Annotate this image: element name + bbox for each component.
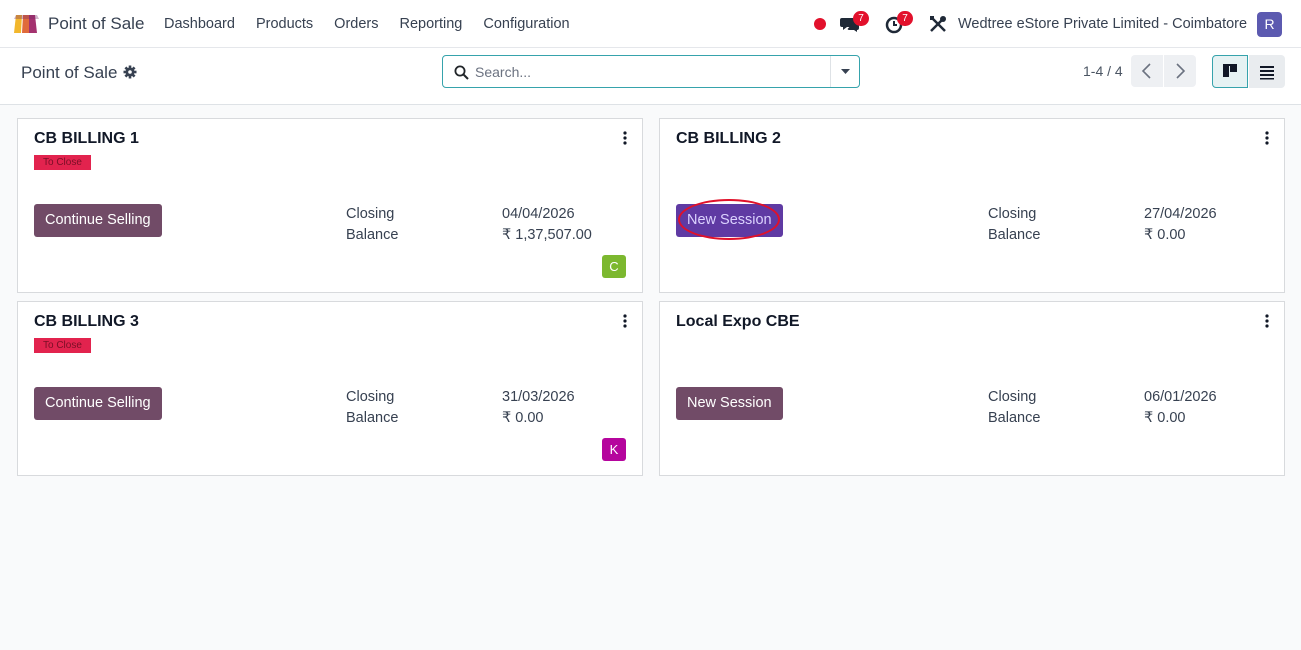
balance-label: Balance — [346, 410, 399, 426]
pos-card-cb-billing-3[interactable]: CB BILLING 3 To Close Continue Selling C… — [17, 301, 643, 476]
user-avatar[interactable]: R — [1257, 12, 1282, 37]
company-switcher[interactable]: Wedtree eStore Private Limited - Coimbat… — [958, 16, 1247, 32]
search-icon — [454, 65, 469, 80]
closing-date: 06/01/2026 — [1144, 389, 1217, 405]
search-input[interactable] — [475, 61, 825, 83]
closing-date: 27/04/2026 — [1144, 206, 1217, 222]
app-name[interactable]: Point of Sale — [48, 14, 144, 34]
closing-label: Closing — [988, 206, 1037, 222]
pos-logo-icon[interactable] — [13, 13, 40, 34]
closing-label: Closing — [346, 389, 395, 405]
chevron-down-icon[interactable] — [831, 56, 860, 87]
tools-icon[interactable] — [928, 14, 948, 34]
pos-card-local-expo-cbe[interactable]: Local Expo CBE New Session Closing 06/01… — [659, 301, 1285, 476]
continue-selling-button[interactable]: Continue Selling — [34, 204, 162, 237]
closing-date: 04/04/2026 — [502, 206, 575, 222]
balance-value: ₹ 0.00 — [1144, 227, 1186, 243]
closing-date: 31/03/2026 — [502, 389, 575, 405]
more-options-icon[interactable] — [1264, 314, 1270, 328]
card-title: CB BILLING 2 — [676, 130, 781, 147]
balance-value: ₹ 0.00 — [1144, 410, 1186, 426]
closing-label: Closing — [988, 389, 1037, 405]
gear-icon[interactable] — [123, 65, 137, 79]
menu-dashboard[interactable]: Dashboard — [164, 16, 235, 32]
highlight-ring — [678, 199, 780, 240]
chevron-left-icon — [1141, 63, 1151, 79]
card-title: CB BILLING 1 — [34, 130, 139, 147]
top-navbar: Point of Sale Dashboard Products Orders … — [0, 0, 1301, 48]
activities-count-badge: 7 — [897, 11, 913, 26]
balance-label: Balance — [988, 227, 1041, 243]
card-title: CB BILLING 3 — [34, 313, 139, 330]
menu-configuration[interactable]: Configuration — [483, 16, 569, 32]
more-options-icon[interactable] — [622, 131, 628, 145]
main-menu: Dashboard Products Orders Reporting Conf… — [164, 16, 591, 32]
search-bar[interactable] — [442, 55, 860, 88]
pager-previous-button[interactable] — [1131, 55, 1163, 87]
list-icon — [1260, 66, 1274, 80]
closing-label: Closing — [346, 206, 395, 222]
messages-count-badge: 7 — [853, 11, 869, 26]
pos-card-cb-billing-1[interactable]: CB BILLING 1 To Close Continue Selling C… — [17, 118, 643, 293]
more-options-icon[interactable] — [1264, 131, 1270, 145]
chevron-right-icon — [1176, 63, 1186, 79]
balance-value: ₹ 0.00 — [502, 410, 544, 426]
recording-dot-icon[interactable] — [814, 18, 826, 30]
pager-value[interactable]: 1-4 / 4 — [1083, 63, 1123, 79]
menu-orders[interactable]: Orders — [334, 16, 378, 32]
menu-products[interactable]: Products — [256, 16, 313, 32]
status-badge: To Close — [34, 338, 91, 353]
balance-value: ₹ 1,37,507.00 — [502, 227, 592, 243]
continue-selling-button[interactable]: Continue Selling — [34, 387, 162, 420]
kanban-icon — [1223, 64, 1237, 77]
pos-card-cb-billing-2[interactable]: CB BILLING 2 New Session Closing 27/04/2… — [659, 118, 1285, 293]
pager-next-button[interactable] — [1164, 55, 1196, 87]
menu-reporting[interactable]: Reporting — [400, 16, 463, 32]
page-title[interactable]: Point of Sale — [21, 63, 117, 83]
balance-label: Balance — [346, 227, 399, 243]
user-avatar[interactable]: K — [602, 438, 626, 461]
control-panel: Point of Sale 1-4 / 4 — [0, 48, 1301, 105]
list-view-button[interactable] — [1249, 55, 1285, 88]
card-title: Local Expo CBE — [676, 313, 800, 330]
new-session-button[interactable]: New Session — [676, 387, 783, 420]
user-avatar[interactable]: C — [602, 255, 626, 278]
more-options-icon[interactable] — [622, 314, 628, 328]
kanban-view-button[interactable] — [1212, 55, 1248, 88]
status-badge: To Close — [34, 155, 91, 170]
balance-label: Balance — [988, 410, 1041, 426]
